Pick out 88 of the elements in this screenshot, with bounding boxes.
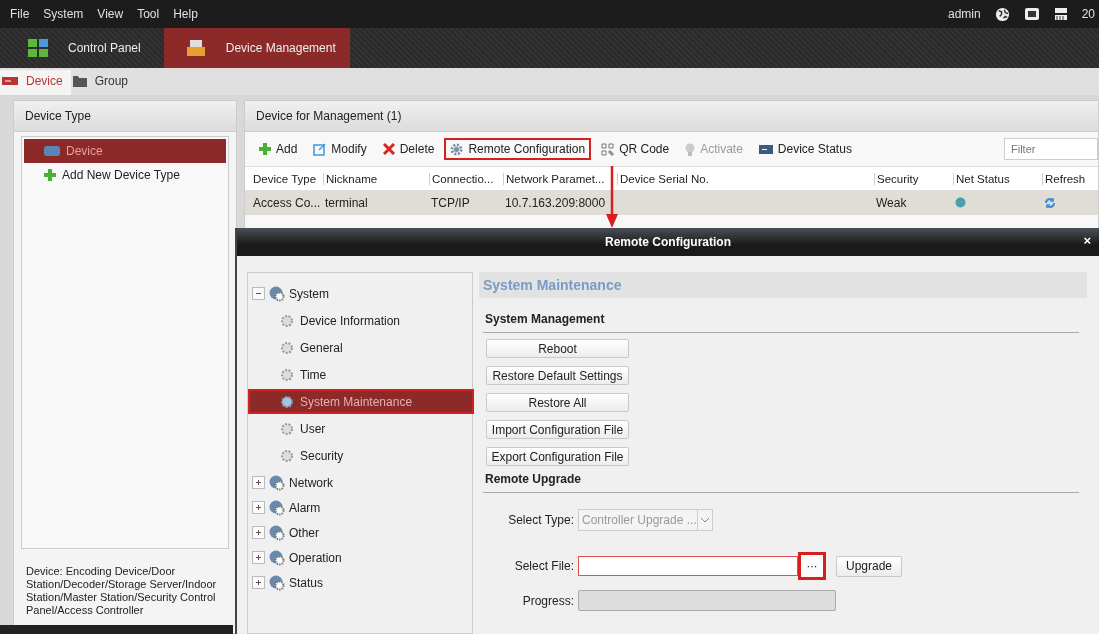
action-button[interactable]: Restore Default Settings [486, 366, 629, 385]
action-button[interactable]: Import Configuration File [486, 420, 629, 439]
column-header[interactable]: Net Status [953, 172, 1042, 185]
tree-item[interactable]: User [248, 416, 472, 441]
tree-node[interactable]: Status [248, 570, 472, 595]
device-type-item[interactable]: Add New Device Type [24, 163, 226, 187]
tree-node[interactable]: Alarm [248, 495, 472, 520]
plus-icon [44, 169, 56, 181]
toolbar-button[interactable]: Modify [307, 138, 373, 160]
tree-node[interactable]: Other [248, 520, 472, 545]
expander-icon[interactable] [252, 287, 265, 300]
view-tab[interactable]: Group [70, 70, 137, 95]
toolbar-button[interactable]: Add [253, 138, 304, 160]
user-name[interactable]: admin [947, 7, 981, 21]
field-label: Select Type: [507, 513, 574, 527]
tree-node[interactable]: System [248, 281, 472, 306]
panel-header: Device for Management (1) [245, 101, 1098, 132]
annotation-arrow [606, 166, 618, 228]
column-header[interactable]: Device Serial No. [617, 172, 874, 185]
action-button[interactable]: Reboot [486, 339, 629, 358]
menu-item[interactable]: System [43, 7, 84, 21]
tree-item[interactable]: System Maintenance [248, 389, 474, 414]
expander-icon[interactable] [252, 476, 265, 489]
upgrade-button[interactable]: Upgrade [836, 555, 902, 577]
table-cell: Weak [876, 195, 907, 210]
column-header[interactable]: Security [874, 172, 953, 185]
expander-icon[interactable] [252, 501, 265, 514]
close-button[interactable]: × [1081, 233, 1093, 248]
action-button[interactable]: Restore All [486, 393, 629, 412]
clock-text: 20 [1081, 7, 1095, 21]
module-tab[interactable]: Control Panel [6, 28, 163, 68]
qr-code-icon [601, 142, 615, 156]
file-field[interactable] [578, 556, 798, 576]
bulb-icon [685, 142, 696, 156]
caret-icon [700, 517, 709, 523]
grid-icon [28, 39, 48, 57]
menu-item[interactable]: View [97, 7, 124, 21]
browse-button[interactable]: ··· [798, 552, 826, 580]
section-title: Remote Upgrade [485, 472, 583, 486]
device-icon [758, 144, 773, 154]
tree-node[interactable]: Operation [248, 545, 472, 570]
toolbar-button[interactable]: Delete [376, 138, 441, 160]
expander-icon[interactable] [252, 551, 265, 564]
device-type-item[interactable]: Device [24, 139, 226, 163]
memory-icon[interactable] [1053, 6, 1068, 22]
module-tab[interactable]: Device Management [163, 28, 350, 68]
table-cell: Access Co... [253, 195, 321, 210]
menu-item[interactable]: Help [173, 7, 198, 21]
column-header[interactable]: Network Paramet... [503, 172, 617, 185]
table-cell: terminal [325, 195, 368, 210]
column-header[interactable]: Refresh [1042, 172, 1098, 185]
device-icon [2, 76, 18, 85]
refresh-icon[interactable] [1044, 196, 1056, 209]
chip-icon[interactable] [1023, 7, 1040, 21]
field-label: Progress: [521, 593, 574, 608]
panel-header: Device Type [14, 101, 236, 132]
cross-icon [382, 143, 395, 155]
action-button[interactable]: Export Configuration File [486, 447, 629, 466]
tree-item[interactable]: General [248, 335, 472, 360]
tree-item[interactable]: Device Information [248, 308, 472, 333]
tree-node[interactable]: Network [248, 470, 472, 495]
view-tab[interactable]: Device [0, 70, 71, 95]
toolbar-button[interactable]: Remote Configuration [444, 138, 592, 160]
table-row[interactable]: Access Co... terminal TCP/IP 10.7.163.209:8000 Weak [245, 190, 1098, 215]
tree-item[interactable]: Security [248, 443, 472, 468]
device-icon [185, 39, 206, 57]
section-title: System Management [485, 312, 606, 326]
table-cell: TCP/IP [431, 195, 470, 210]
field-label: Select File: [513, 559, 574, 573]
plus-icon [259, 143, 271, 155]
expander-icon[interactable] [252, 526, 265, 539]
edit-icon [313, 142, 327, 156]
device-description: Device: Encoding Device/Door Station/Decoder/Storage Server/Indoor Station/Master Station/Security Control Panel/Access Controller [26, 565, 218, 618]
menu-item[interactable]: File [10, 7, 30, 21]
tree-item[interactable]: Time [248, 362, 472, 387]
filter-field[interactable]: Filter [1004, 138, 1098, 160]
device-icon [44, 146, 60, 156]
toolbar-button[interactable]: QR Code [595, 138, 676, 160]
page-title: System Maintenance [479, 272, 1087, 298]
column-header[interactable]: Nickname [323, 172, 429, 185]
column-header[interactable]: Device Type [251, 172, 323, 185]
column-header[interactable]: Connectio... [429, 172, 503, 185]
menu-item[interactable]: Tool [137, 7, 160, 21]
toolbar-button[interactable]: Device Status [752, 138, 858, 160]
expander-icon[interactable] [252, 576, 265, 589]
table-cell: 10.7.163.209:8000 [505, 195, 606, 210]
folder-icon [72, 74, 87, 87]
dialog-title: Remote Configuration [605, 235, 731, 249]
